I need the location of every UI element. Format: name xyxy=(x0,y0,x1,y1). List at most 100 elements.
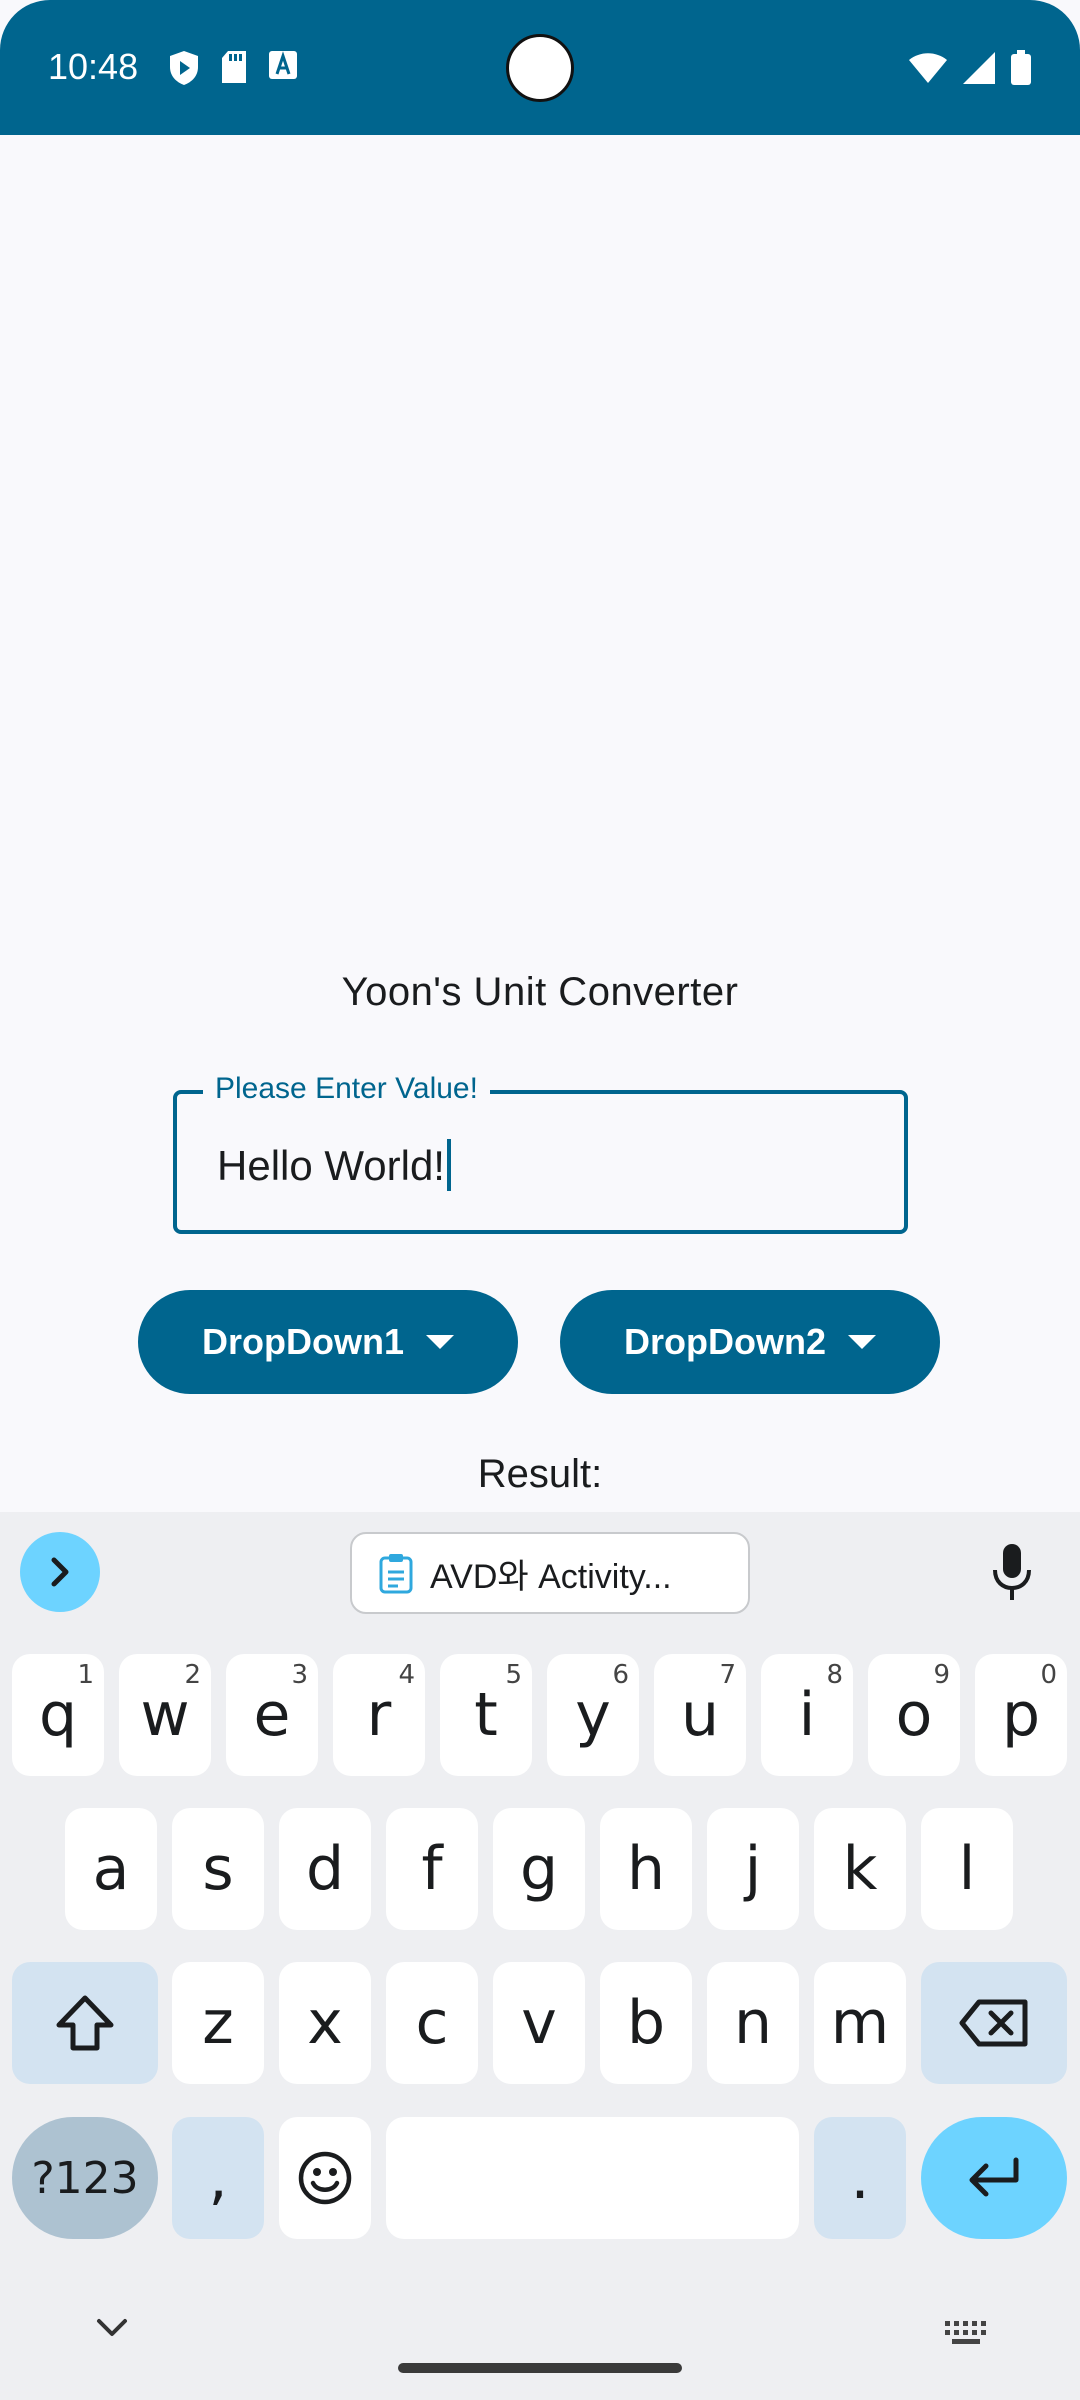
key-g[interactable]: g xyxy=(493,1808,585,1930)
battery-icon xyxy=(1010,50,1032,91)
backspace-key[interactable] xyxy=(921,1962,1067,2084)
key-y[interactable]: y6 xyxy=(547,1654,639,1776)
symbols-key[interactable]: ?123 xyxy=(12,2117,158,2239)
camera-cutout xyxy=(506,34,574,102)
wifi-icon xyxy=(908,52,948,89)
backspace-icon xyxy=(959,1999,1028,2047)
key-label: o xyxy=(895,1680,933,1750)
key-hint-digit: 3 xyxy=(291,1660,308,1690)
text-a-icon xyxy=(268,50,298,91)
key-b[interactable]: b xyxy=(600,1962,692,2084)
key-label: b xyxy=(626,1988,666,2058)
sd-card-icon xyxy=(220,50,248,91)
key-hint-digit: 1 xyxy=(77,1660,94,1690)
clipboard-suggestion-chip[interactable]: AVD와 Activity... xyxy=(350,1532,750,1614)
key-hint-digit: 5 xyxy=(505,1660,522,1690)
keyboard-expand-button[interactable] xyxy=(20,1532,100,1612)
key-h[interactable]: h xyxy=(600,1808,692,1930)
hide-keyboard-button[interactable] xyxy=(96,2318,128,2343)
key-m[interactable]: m xyxy=(814,1962,906,2084)
key-n[interactable]: n xyxy=(707,1962,799,2084)
key-hint-digit: 8 xyxy=(826,1660,843,1690)
status-time: 10:48 xyxy=(48,46,139,87)
chevron-right-icon xyxy=(51,1557,69,1587)
key-label: g xyxy=(519,1834,559,1904)
key-hint-digit: 0 xyxy=(1040,1660,1057,1690)
key-label: x xyxy=(307,1988,343,2058)
space-key[interactable] xyxy=(386,2117,799,2239)
comma-key[interactable]: , xyxy=(172,2117,264,2239)
key-u[interactable]: u7 xyxy=(654,1654,746,1776)
dropdown1-button[interactable]: DropDown1 xyxy=(138,1290,518,1394)
gesture-nav-handle[interactable] xyxy=(398,2363,682,2373)
key-label: p xyxy=(1001,1680,1041,1750)
key-label: t xyxy=(474,1680,498,1750)
period-key[interactable]: . xyxy=(814,2117,906,2239)
key-o[interactable]: o9 xyxy=(868,1654,960,1776)
key-label: f xyxy=(421,1834,443,1904)
key-p[interactable]: p0 xyxy=(975,1654,1067,1776)
key-hint-digit: 4 xyxy=(398,1660,415,1690)
dropdown2-label: DropDown2 xyxy=(624,1321,826,1362)
key-w[interactable]: w2 xyxy=(119,1654,211,1776)
key-a[interactable]: a xyxy=(65,1808,157,1930)
period-key-label: . xyxy=(850,2143,870,2213)
clipboard-suggestion-text: AVD와 Activity... xyxy=(430,1557,672,1596)
keyboard-switch-button[interactable] xyxy=(944,2320,990,2351)
play-protect-icon xyxy=(168,50,200,91)
value-input-text[interactable]: Hello World! xyxy=(217,1138,451,1195)
keyboard-toolbar: AVD와 Activity... xyxy=(0,1512,1080,1637)
symbols-key-label: ?123 xyxy=(31,2152,139,2204)
enter-key[interactable] xyxy=(921,2117,1067,2239)
key-label: r xyxy=(366,1680,392,1750)
soft-keyboard: AVD와 Activity... xyxy=(0,1512,1080,2400)
microphone-button[interactable] xyxy=(990,1542,1034,1607)
key-t[interactable]: t5 xyxy=(440,1654,532,1776)
key-hint-digit: 9 xyxy=(933,1660,950,1690)
key-label: m xyxy=(830,1988,890,2058)
arrow-drop-down-icon xyxy=(848,1335,876,1349)
key-i[interactable]: i8 xyxy=(761,1654,853,1776)
value-input-field[interactable]: Please Enter Value! Hello World! xyxy=(173,1072,908,1234)
key-q[interactable]: q1 xyxy=(12,1654,104,1776)
chevron-down-icon xyxy=(97,2319,127,2336)
microphone-icon xyxy=(993,1544,1031,1600)
key-label: l xyxy=(958,1834,976,1904)
shift-icon xyxy=(56,1995,114,2051)
key-label: y xyxy=(575,1680,611,1750)
key-v[interactable]: v xyxy=(493,1962,585,2084)
arrow-drop-down-icon xyxy=(426,1335,454,1349)
signal-icon xyxy=(962,51,996,90)
key-e[interactable]: e3 xyxy=(226,1654,318,1776)
status-icons-right xyxy=(908,50,1032,91)
emoji-key[interactable] xyxy=(279,2117,371,2239)
key-f[interactable]: f xyxy=(386,1808,478,1930)
key-r[interactable]: r4 xyxy=(333,1654,425,1776)
result-label: Result: xyxy=(477,1452,603,1496)
key-l[interactable]: l xyxy=(921,1808,1013,1930)
app-title: Yoon's Unit Converter xyxy=(341,970,739,1014)
key-label: z xyxy=(202,1988,234,2058)
key-j[interactable]: j xyxy=(707,1808,799,1930)
key-label: q xyxy=(38,1680,78,1750)
shift-key[interactable] xyxy=(12,1962,158,2084)
key-z[interactable]: z xyxy=(172,1962,264,2084)
text-caret xyxy=(446,1138,451,1191)
value-input-label: Please Enter Value! xyxy=(203,1072,490,1106)
key-label: w xyxy=(140,1680,190,1750)
key-hint-digit: 6 xyxy=(612,1660,629,1690)
enter-icon xyxy=(969,2157,1019,2197)
key-d[interactable]: d xyxy=(279,1808,371,1930)
key-label: u xyxy=(680,1680,720,1750)
key-s[interactable]: s xyxy=(172,1808,264,1930)
dropdown2-button[interactable]: DropDown2 xyxy=(560,1290,940,1394)
key-label: i xyxy=(798,1680,816,1750)
clipboard-icon xyxy=(379,1554,413,1594)
dropdown1-label: DropDown1 xyxy=(202,1321,404,1362)
key-label: a xyxy=(92,1834,130,1904)
key-label: j xyxy=(744,1834,762,1904)
key-c[interactable]: c xyxy=(386,1962,478,2084)
key-label: v xyxy=(521,1988,557,2058)
key-k[interactable]: k xyxy=(814,1808,906,1930)
key-x[interactable]: x xyxy=(279,1962,371,2084)
